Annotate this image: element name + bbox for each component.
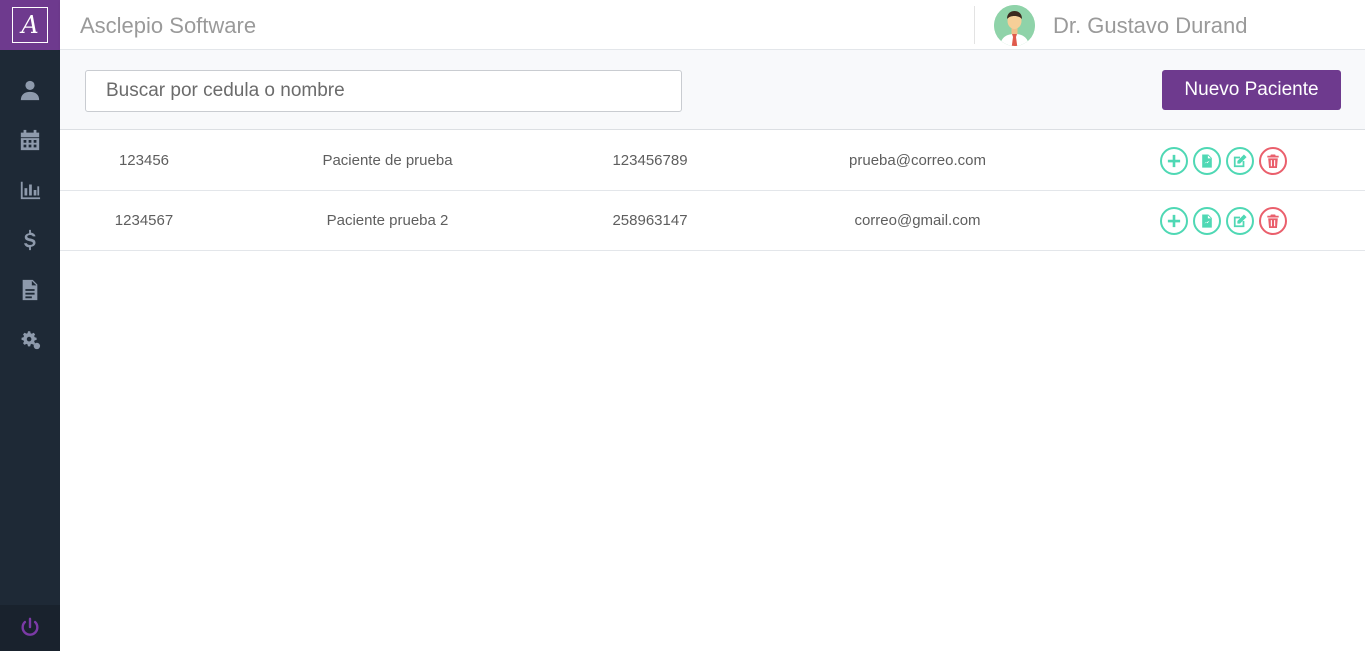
calendar-icon: [20, 129, 40, 151]
plus-icon: [1167, 214, 1181, 228]
patient-name: Paciente de prueba: [322, 152, 453, 169]
trash-icon: [1267, 154, 1279, 168]
gears-icon: [21, 331, 41, 350]
sidebar-item-settings[interactable]: [0, 320, 60, 360]
app-title: Asclepio Software: [80, 13, 257, 38]
patient-list: 123456 Paciente de prueba 123456789 prue…: [60, 131, 1365, 251]
avatar[interactable]: [994, 5, 1035, 46]
trash-icon: [1267, 214, 1279, 228]
toolbar: Nuevo Paciente: [60, 50, 1365, 130]
new-patient-button[interactable]: Nuevo Paciente: [1162, 70, 1341, 110]
file-icon: [1202, 214, 1212, 228]
dollar-icon: [24, 229, 36, 251]
sidebar-item-billing[interactable]: [0, 220, 60, 260]
logo[interactable]: A: [0, 0, 60, 50]
top-bar: Asclepio Software Dr. Gustavo Durand: [60, 0, 1365, 50]
patient-name: Paciente prueba 2: [326, 212, 449, 229]
patient-email: prueba@correo.com: [849, 152, 986, 169]
edit-icon: [1233, 154, 1247, 168]
file-icon: [1202, 154, 1212, 168]
row-actions: [1160, 147, 1287, 175]
delete-button[interactable]: [1259, 207, 1287, 235]
patient-email: correo@gmail.com: [854, 212, 981, 229]
sidebar-item-documents[interactable]: [0, 270, 60, 310]
document-icon: [22, 279, 38, 301]
power-icon: [21, 617, 39, 636]
add-consultation-button[interactable]: [1160, 207, 1188, 235]
user-name[interactable]: Dr. Gustavo Durand: [1053, 13, 1247, 39]
logout-button[interactable]: [0, 605, 60, 651]
table-row: 123456 Paciente de prueba 123456789 prue…: [60, 131, 1365, 191]
table-row: 1234567 Paciente prueba 2 258963147 corr…: [60, 191, 1365, 251]
sidebar-item-reports[interactable]: [0, 170, 60, 210]
edit-button[interactable]: [1226, 207, 1254, 235]
user-icon: [20, 80, 40, 101]
add-consultation-button[interactable]: [1160, 147, 1188, 175]
patient-id: 1234567: [114, 212, 174, 229]
delete-button[interactable]: [1259, 147, 1287, 175]
divider: [974, 6, 975, 44]
edit-icon: [1233, 214, 1247, 228]
history-button[interactable]: [1193, 147, 1221, 175]
sidebar: A: [0, 0, 60, 651]
plus-icon: [1167, 154, 1181, 168]
patient-phone: 123456789: [612, 152, 688, 169]
bar-chart-icon: [20, 181, 41, 200]
patient-id: 123456: [118, 152, 170, 169]
sidebar-item-patients[interactable]: [0, 70, 60, 110]
patient-phone: 258963147: [612, 212, 688, 229]
edit-button[interactable]: [1226, 147, 1254, 175]
history-button[interactable]: [1193, 207, 1221, 235]
logo-mark: A: [12, 7, 48, 43]
sidebar-item-calendar[interactable]: [0, 120, 60, 160]
search-input[interactable]: [85, 70, 682, 112]
row-actions: [1160, 207, 1287, 235]
